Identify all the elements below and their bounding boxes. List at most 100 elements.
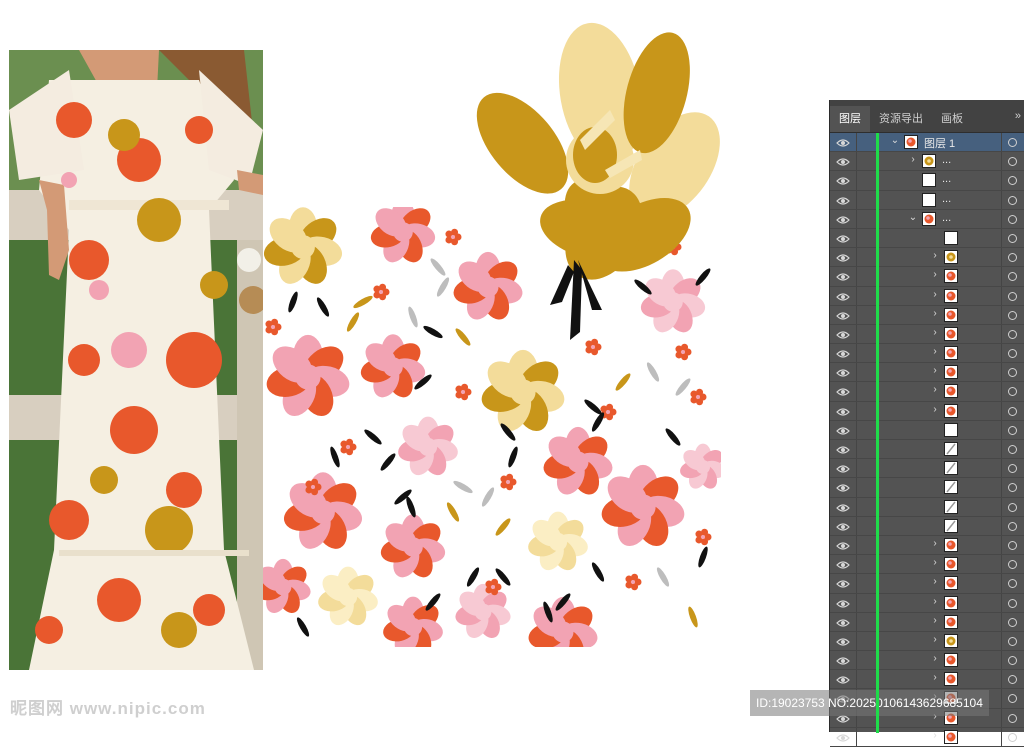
visibility-eye-icon[interactable] xyxy=(836,424,850,436)
target-circle-icon[interactable] xyxy=(1008,329,1017,339)
layer-name[interactable]: 图层 1 xyxy=(924,135,955,151)
target-circle-icon[interactable] xyxy=(1008,157,1017,167)
layer-row[interactable]: › xyxy=(830,727,1024,747)
visibility-eye-icon[interactable] xyxy=(836,194,850,206)
expand-arrow-icon[interactable]: › xyxy=(930,576,940,587)
layer-name[interactable]: ... xyxy=(942,193,951,205)
layer-row[interactable]: › xyxy=(830,344,1024,364)
expand-arrow-icon[interactable]: › xyxy=(930,596,940,607)
collapse-arrow-icon[interactable]: ⌄ xyxy=(890,135,900,146)
tab-artboards[interactable]: 画板 xyxy=(932,106,972,132)
layer-row[interactable] xyxy=(830,497,1024,517)
visibility-eye-icon[interactable] xyxy=(836,539,850,551)
visibility-eye-icon[interactable] xyxy=(836,290,850,302)
layer-row[interactable] xyxy=(830,478,1024,498)
layer-row[interactable] xyxy=(830,420,1024,440)
layer-row[interactable]: › xyxy=(830,401,1024,421)
target-circle-icon[interactable] xyxy=(1008,445,1017,454)
layer-row[interactable]: › xyxy=(830,363,1024,383)
expand-arrow-icon[interactable]: › xyxy=(930,730,940,741)
visibility-eye-icon[interactable] xyxy=(836,635,850,647)
layer-row[interactable] xyxy=(830,516,1024,536)
target-circle-icon[interactable] xyxy=(1008,176,1017,186)
target-circle-icon[interactable] xyxy=(1008,310,1017,320)
expand-arrow-icon[interactable]: › xyxy=(930,269,940,280)
visibility-eye-icon[interactable] xyxy=(836,136,850,148)
target-circle-icon[interactable] xyxy=(1008,694,1017,704)
target-circle-icon[interactable] xyxy=(1008,483,1017,493)
layer-row[interactable]: ⌄ 图层 1 xyxy=(830,133,1024,153)
expand-arrow-icon[interactable]: › xyxy=(930,653,940,664)
expand-arrow-icon[interactable]: › xyxy=(930,250,940,261)
layer-row[interactable]: › xyxy=(830,670,1024,690)
layer-name[interactable]: ... xyxy=(942,212,951,224)
visibility-eye-icon[interactable] xyxy=(836,405,850,417)
expand-arrow-icon[interactable]: › xyxy=(930,365,940,376)
target-circle-icon[interactable] xyxy=(1008,253,1017,263)
visibility-eye-icon[interactable] xyxy=(836,155,850,167)
target-circle-icon[interactable] xyxy=(1008,425,1017,435)
target-circle-icon[interactable] xyxy=(1008,675,1017,685)
expand-arrow-icon[interactable]: › xyxy=(930,327,940,338)
target-circle-icon[interactable] xyxy=(1008,368,1017,378)
visibility-eye-icon[interactable] xyxy=(836,673,850,685)
visibility-eye-icon[interactable] xyxy=(836,616,850,628)
target-circle-icon[interactable] xyxy=(1008,406,1017,416)
layer-row[interactable]: ... xyxy=(830,171,1024,191)
visibility-eye-icon[interactable] xyxy=(836,731,850,743)
visibility-eye-icon[interactable] xyxy=(836,462,850,474)
expand-arrow-icon[interactable]: › xyxy=(930,289,940,300)
layer-name[interactable]: ... xyxy=(942,173,951,185)
layer-row[interactable]: ›... xyxy=(830,152,1024,172)
visibility-eye-icon[interactable] xyxy=(836,328,850,340)
expand-arrow-icon[interactable]: › xyxy=(930,346,940,357)
target-circle-icon[interactable] xyxy=(1008,598,1017,608)
layer-row[interactable]: › xyxy=(830,593,1024,613)
target-circle-icon[interactable] xyxy=(1008,521,1017,531)
visibility-eye-icon[interactable] xyxy=(836,558,850,570)
tab-layers[interactable]: 图层 xyxy=(830,106,870,132)
visibility-eye-icon[interactable] xyxy=(836,520,850,532)
visibility-eye-icon[interactable] xyxy=(836,213,850,225)
target-circle-icon[interactable] xyxy=(1008,291,1017,301)
layer-row[interactable]: › xyxy=(830,631,1024,652)
visibility-eye-icon[interactable] xyxy=(836,251,850,263)
layer-row[interactable]: › xyxy=(830,535,1024,556)
target-circle-icon[interactable] xyxy=(1008,617,1017,627)
target-circle-icon[interactable] xyxy=(1008,636,1017,646)
layer-row[interactable]: › xyxy=(830,382,1024,402)
layer-row[interactable] xyxy=(830,228,1024,249)
target-circle-icon[interactable] xyxy=(1008,540,1017,550)
expand-arrow-icon[interactable]: › xyxy=(930,634,940,645)
expand-arrow-icon[interactable]: › xyxy=(930,615,940,626)
visibility-eye-icon[interactable] xyxy=(836,309,850,321)
expand-arrow-icon[interactable]: › xyxy=(908,154,918,165)
target-circle-icon[interactable] xyxy=(1008,464,1017,474)
target-circle-icon[interactable] xyxy=(1008,138,1017,147)
layer-row[interactable]: › xyxy=(830,651,1024,671)
target-circle-icon[interactable] xyxy=(1008,656,1017,666)
visibility-eye-icon[interactable] xyxy=(836,577,850,589)
layer-row[interactable]: › xyxy=(830,267,1024,287)
layer-row[interactable]: › xyxy=(830,248,1024,268)
panel-overflow-icon[interactable]: » xyxy=(1015,110,1021,122)
visibility-eye-icon[interactable] xyxy=(836,443,850,455)
target-circle-icon[interactable] xyxy=(1008,214,1017,224)
layer-row[interactable]: › xyxy=(830,612,1024,632)
layer-row[interactable]: ... xyxy=(830,190,1024,210)
expand-arrow-icon[interactable]: › xyxy=(930,308,940,319)
target-circle-icon[interactable] xyxy=(1008,233,1017,243)
target-circle-icon[interactable] xyxy=(1008,560,1017,570)
visibility-eye-icon[interactable] xyxy=(836,347,850,359)
collapse-arrow-icon[interactable]: ⌄ xyxy=(908,212,918,223)
target-circle-icon[interactable] xyxy=(1008,579,1017,589)
visibility-eye-icon[interactable] xyxy=(836,174,850,186)
visibility-eye-icon[interactable] xyxy=(836,366,850,378)
target-circle-icon[interactable] xyxy=(1008,713,1017,723)
expand-arrow-icon[interactable]: › xyxy=(930,672,940,683)
expand-arrow-icon[interactable]: › xyxy=(930,557,940,568)
expand-arrow-icon[interactable]: › xyxy=(930,384,940,395)
visibility-eye-icon[interactable] xyxy=(836,481,850,493)
layer-row[interactable]: ⌄... xyxy=(830,209,1024,229)
layer-row[interactable]: › xyxy=(830,286,1024,306)
